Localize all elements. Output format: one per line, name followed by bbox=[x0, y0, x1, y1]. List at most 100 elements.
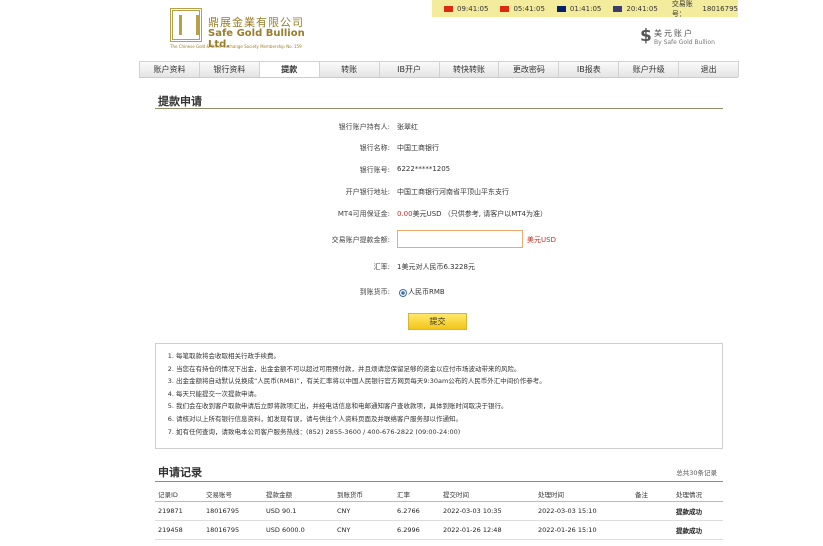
margin-value-row: 0.00美元USD （只供参考, 请客户以MT4为准） bbox=[397, 209, 547, 219]
col-header: 备注 bbox=[632, 486, 673, 502]
clock-time: 05:41:05 bbox=[513, 4, 545, 13]
note-item: 出金金额将自动默认兑换成“人民币(RMB)”，有关汇率将以中国人民银行官方网页每… bbox=[176, 375, 722, 388]
cell: 6.2996 bbox=[394, 520, 440, 540]
cell: 2022-03-03 15:10 bbox=[535, 501, 632, 521]
col-header: 提交时间 bbox=[440, 486, 535, 502]
table-row: 219458 18016795 USD 6000.0 CNY 6.2996 20… bbox=[155, 520, 723, 540]
bank-account-label: 银行账号: bbox=[359, 166, 390, 174]
currency-label: 到账货币: bbox=[359, 288, 390, 296]
main-nav: 账户资料 银行资料 提款 转账 IB开户 转快转账 更改密码 IB报表 账户升级… bbox=[139, 61, 740, 78]
clock-time: 20:41:05 bbox=[626, 4, 658, 13]
hk-flag-icon bbox=[444, 5, 453, 12]
currency-radio[interactable] bbox=[399, 289, 407, 297]
col-header: 处理情况 bbox=[673, 486, 723, 502]
account-number-value: 18016795 bbox=[702, 4, 738, 13]
clock-uk: 01:41:05 bbox=[556, 4, 602, 13]
margin-label: MT4可用保证金: bbox=[337, 210, 390, 218]
cell bbox=[632, 520, 673, 540]
rate-value: 1美元对人民币6.3228元 bbox=[397, 263, 475, 271]
tab-logout[interactable]: 退出 bbox=[678, 61, 740, 77]
status-cell: 提款成功 bbox=[673, 501, 723, 521]
records-count: 总共30条记录 bbox=[676, 469, 717, 477]
amount-unit: 美元USD bbox=[527, 236, 556, 244]
company-logo[interactable]: 鼎展金業有限公司 Safe Gold Bullion Ltd. The Chin… bbox=[170, 6, 305, 56]
cell: 6.2766 bbox=[394, 501, 440, 521]
records-table: 记录ID 交易账号 提款金额 到账货币 汇率 提交时间 处理时间 备注 处理情况… bbox=[155, 486, 723, 540]
logo-mark-icon bbox=[170, 8, 202, 42]
withdraw-amount-input[interactable] bbox=[397, 230, 523, 248]
margin-value: 0.00 bbox=[397, 210, 413, 218]
cell: 2022-01-26 12:48 bbox=[440, 520, 535, 540]
tab-account-info[interactable]: 账户资料 bbox=[139, 61, 200, 77]
tab-transfer[interactable]: 转账 bbox=[318, 61, 380, 77]
us-flag-icon bbox=[613, 5, 623, 12]
submit-button[interactable]: 提交 bbox=[408, 313, 467, 330]
table-header-row: 记录ID 交易账号 提款金额 到账货币 汇率 提交时间 处理时间 备注 处理情况 bbox=[155, 486, 723, 502]
note-item: 如有任何查询，请致电本公司客户服务热线：(852) 2855-3600 / 40… bbox=[176, 426, 722, 439]
usd-account-brand: $ 美元账户 By Safe Gold Bullion bbox=[640, 26, 740, 50]
cn-flag-icon bbox=[500, 5, 510, 12]
brand-title: 美元账户 bbox=[654, 29, 694, 38]
tab-ib-report[interactable]: IB报表 bbox=[558, 61, 620, 77]
table-row: 219871 18016795 USD 90.1 CNY 6.2766 2022… bbox=[155, 501, 723, 521]
cell: CNY bbox=[334, 520, 394, 540]
account-number: 交易账号： 18016795 bbox=[672, 0, 738, 19]
tab-quick-transfer[interactable]: 转快转账 bbox=[438, 61, 500, 77]
bank-branch-value: 中国工商银行河南省平顶山平东支行 bbox=[397, 188, 509, 196]
margin-note: 美元USD （只供参考, 请客户以MT4为准） bbox=[412, 210, 547, 218]
cell: 219871 bbox=[155, 501, 203, 521]
cell: 219458 bbox=[155, 520, 203, 540]
holder-value: 张翠红 bbox=[397, 123, 418, 131]
brand-subtitle: By Safe Gold Bullion bbox=[654, 39, 715, 46]
bank-name-label: 银行名称: bbox=[359, 144, 390, 152]
notes-box: 每笔取款将会收取相关行政手续费。 当您在有持仓的情况下出金，出金金额不可以超过可… bbox=[155, 343, 723, 449]
note-item: 当您在有持仓的情况下出金，出金金额不可以超过可用预付款，并且烦请您保留足够的资金… bbox=[176, 363, 722, 376]
cell: CNY bbox=[334, 501, 394, 521]
world-clock-bar: 09:41:05 05:41:05 01:41:05 20:41:05 交易账号… bbox=[432, 0, 738, 19]
status-cell: 提款成功 bbox=[673, 520, 723, 540]
cell: 18016795 bbox=[203, 520, 263, 540]
bank-account-value: 6222*****1205 bbox=[397, 165, 451, 173]
col-header: 到账货币 bbox=[334, 486, 394, 502]
title-divider bbox=[155, 481, 723, 482]
note-item: 每笔取款将会收取相关行政手续费。 bbox=[176, 350, 722, 363]
cell: 18016795 bbox=[203, 501, 263, 521]
bank-branch-label: 开户银行地址: bbox=[345, 188, 390, 196]
rate-label: 汇率: bbox=[373, 263, 390, 271]
note-item: 请核对以上所有银行信息资料，如发现有误，请与供往个人资料页面及并联络客户服务部以… bbox=[176, 413, 722, 426]
cell: 2022-03-03 10:35 bbox=[440, 501, 535, 521]
records-title: 申请记录 bbox=[158, 466, 202, 479]
clock-time: 09:41:05 bbox=[457, 4, 489, 13]
col-header: 交易账号 bbox=[203, 486, 263, 502]
cell bbox=[632, 501, 673, 521]
clock-time: 01:41:05 bbox=[569, 4, 602, 13]
clock-us: 20:41:05 bbox=[613, 4, 658, 13]
amount-label: 交易账户提款金额: bbox=[331, 236, 390, 244]
withdraw-form-title: 提款申请 bbox=[158, 95, 202, 108]
col-header: 提款金额 bbox=[263, 486, 334, 502]
tab-ib-open[interactable]: IB开户 bbox=[378, 61, 440, 77]
tab-bank-info[interactable]: 银行资料 bbox=[198, 61, 260, 77]
clock-cn: 05:41:05 bbox=[500, 4, 545, 13]
tab-change-password[interactable]: 更改密码 bbox=[498, 61, 560, 77]
note-item: 我们会在收到客户取款申请后立即将款项汇出，并经电话信息和电邮通知客户查收款项，具… bbox=[176, 400, 722, 413]
col-header: 汇率 bbox=[394, 486, 440, 502]
cell: 2022-01-26 15:10 bbox=[535, 520, 632, 540]
cell: USD 90.1 bbox=[263, 501, 334, 521]
uk-flag-icon bbox=[556, 5, 566, 12]
tab-withdraw[interactable]: 提款 bbox=[258, 61, 320, 77]
bank-name-value: 中国工商银行 bbox=[397, 144, 439, 152]
col-header: 记录ID bbox=[155, 486, 203, 502]
clock-hk: 09:41:05 bbox=[444, 5, 488, 13]
currency-value: 人民币RMB bbox=[408, 288, 445, 296]
cell: USD 6000.0 bbox=[263, 520, 334, 540]
tab-account-upgrade[interactable]: 账户升级 bbox=[618, 61, 680, 77]
note-item: 每天只能提交一次提款申请。 bbox=[176, 388, 722, 401]
logo-subtitle: The Chinese Gold & Silver Exchange Socie… bbox=[170, 44, 302, 49]
dollar-icon: $ bbox=[640, 26, 652, 46]
notes-list: 每笔取款将会收取相关行政手续费。 当您在有持仓的情况下出金，出金金额不可以超过可… bbox=[164, 350, 722, 438]
col-header: 处理时间 bbox=[535, 486, 632, 502]
account-number-label: 交易账号： bbox=[671, 0, 693, 18]
holder-label: 银行账户持有人: bbox=[338, 123, 390, 131]
title-divider bbox=[155, 108, 723, 109]
